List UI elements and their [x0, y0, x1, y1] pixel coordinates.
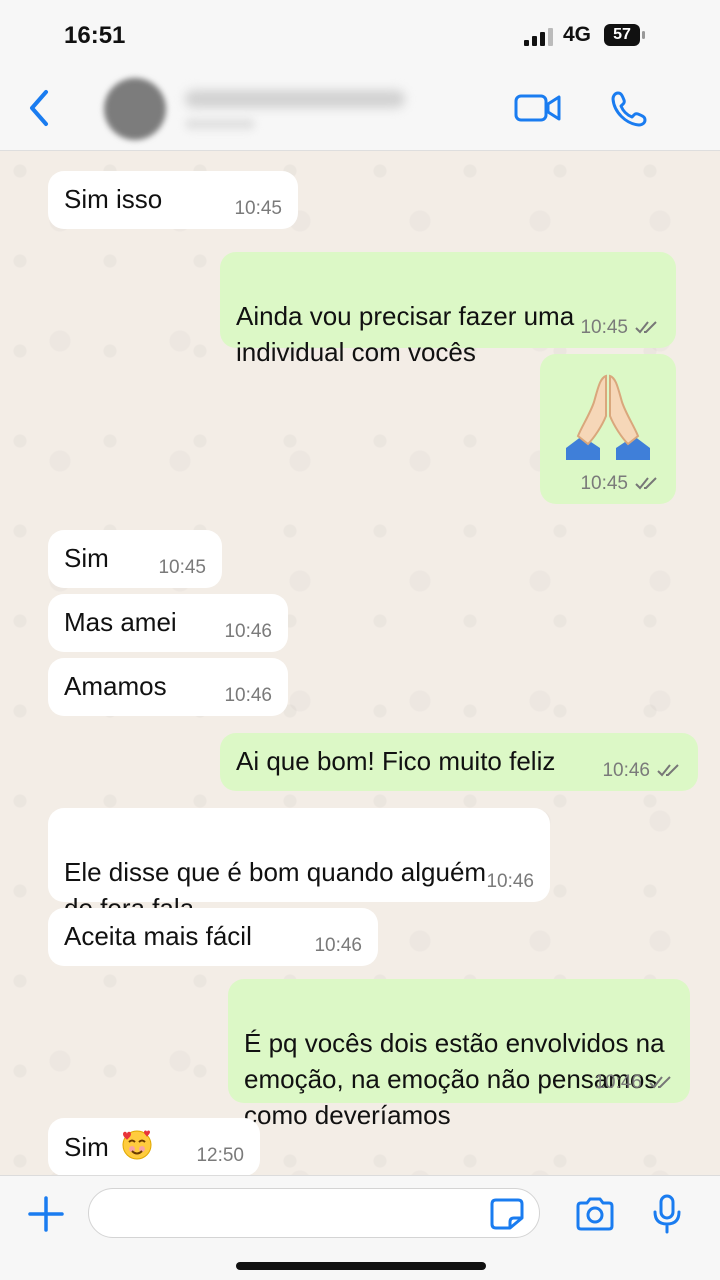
message-text: Amamos — [64, 671, 167, 701]
message-incoming[interactable]: Mas amei 10:46 — [48, 594, 288, 652]
read-receipt-icon — [635, 477, 657, 490]
message-incoming[interactable]: Sim 12:50 — [48, 1118, 260, 1175]
message-outgoing-emoji[interactable]: 10:45 — [540, 354, 676, 504]
message-text: Sim — [64, 1132, 109, 1162]
message-time: 10:45 — [158, 557, 206, 578]
read-receipt-icon — [635, 321, 657, 334]
message-text: Sim isso — [64, 184, 163, 214]
camera-icon[interactable] — [574, 1196, 616, 1232]
phone-icon[interactable] — [610, 90, 648, 128]
status-bar: 16:51 4G 57 — [0, 0, 720, 70]
message-time: 10:46 — [602, 760, 650, 781]
message-outgoing[interactable]: Ai que bom! Fico muito feliz 10:46 — [220, 733, 698, 791]
message-input[interactable] — [88, 1188, 540, 1238]
read-receipt-icon — [657, 764, 679, 777]
message-outgoing[interactable]: Ainda vou precisar fazer uma individual … — [220, 252, 676, 367]
message-list[interactable]: Sim isso 10:45 Ainda vou precisar fazer … — [0, 151, 720, 1175]
message-text: Ai que bom! Fico muito feliz — [236, 746, 556, 776]
folded-hands-icon — [566, 374, 650, 460]
smiling-face-with-hearts-icon — [122, 1130, 152, 1160]
message-text: Mas amei — [64, 607, 177, 637]
message-time: 10:46 — [224, 621, 272, 642]
message-text: Ainda vou precisar fazer uma individual … — [236, 301, 575, 367]
contact-name-redacted[interactable] — [185, 90, 405, 108]
message-time: 10:46 — [314, 935, 362, 956]
message-time: 12:50 — [196, 1145, 244, 1166]
message-incoming[interactable]: Amamos 10:46 — [48, 658, 288, 716]
battery-icon: 57 — [604, 24, 645, 46]
message-time: 10:46 — [486, 871, 534, 892]
message-time: 10:45 — [580, 473, 628, 494]
microphone-icon[interactable] — [652, 1194, 682, 1234]
chat-header — [0, 70, 720, 151]
message-incoming[interactable]: Aceita mais fácil 10:46 — [48, 908, 378, 966]
clock: 16:51 — [64, 22, 126, 49]
composer-bar — [0, 1175, 720, 1280]
home-indicator — [236, 1262, 486, 1270]
message-time: 10:45 — [580, 317, 628, 338]
video-call-icon[interactable] — [514, 92, 562, 124]
network-type: 4G — [563, 23, 592, 46]
message-time: 10:45 — [234, 198, 282, 219]
message-outgoing[interactable]: É pq vocês dois estão envolvidos na emoç… — [228, 979, 690, 1130]
contact-status-redacted — [185, 118, 255, 130]
chevron-left-icon[interactable] — [24, 88, 58, 128]
message-incoming[interactable]: Sim 10:45 — [48, 530, 222, 588]
message-incoming[interactable]: Sim isso 10:45 — [48, 171, 298, 229]
message-time: 10:46 — [224, 685, 272, 706]
read-receipt-icon — [649, 1076, 671, 1089]
signal-icon — [524, 28, 553, 46]
sticker-icon[interactable] — [490, 1198, 524, 1230]
message-time: 10:46 — [594, 1072, 642, 1093]
message-text: Sim — [64, 543, 109, 573]
plus-icon[interactable] — [28, 1196, 64, 1232]
message-incoming[interactable]: Ele disse que é bom quando alguém de for… — [48, 808, 550, 923]
message-text: Aceita mais fácil — [64, 921, 252, 951]
avatar[interactable] — [104, 78, 166, 140]
